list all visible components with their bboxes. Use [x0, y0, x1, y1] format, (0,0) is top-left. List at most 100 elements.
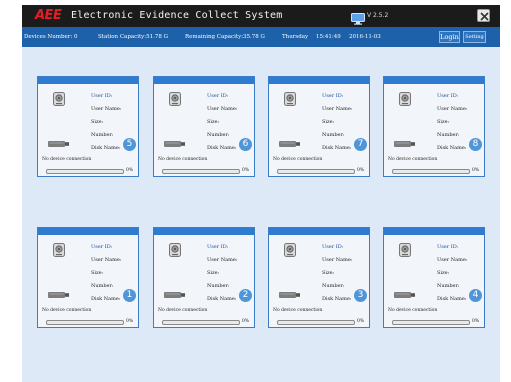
usb-drive-icon: [394, 141, 415, 147]
user-name-label: User Name:: [91, 257, 122, 263]
disk-name-label: Disk Name:: [322, 145, 352, 151]
hard-drive-icon: [169, 243, 181, 257]
user-name-label: User Name:: [91, 106, 122, 112]
progress-bar: [277, 320, 355, 325]
slot-number-badge: 8: [469, 138, 482, 151]
station-info: User ID: User Name: Size: Number: Disk N…: [91, 241, 121, 306]
slot-number-badge: 2: [239, 289, 252, 302]
card-header: [38, 77, 138, 84]
version-label: V 2.5.2: [367, 12, 389, 19]
station-capacity: Station Capacity:51.78 G: [98, 34, 169, 40]
progress-bar: [277, 169, 355, 174]
user-id-label: User ID:: [91, 244, 113, 250]
slot-number-badge: 3: [354, 289, 367, 302]
user-name-label: User Name:: [207, 106, 238, 112]
number-label: Number:: [322, 283, 345, 289]
size-label: Size:: [91, 270, 104, 276]
usb-drive-icon: [48, 141, 69, 147]
user-name-label: User Name:: [322, 257, 353, 263]
progress-bar: [162, 320, 240, 325]
card-header: [154, 228, 254, 235]
slot-number-badge: 5: [123, 138, 136, 151]
station-card-6[interactable]: User ID: User Name: Size: Number: Disk N…: [153, 76, 255, 177]
station-card-1[interactable]: User ID: User Name: Size: Number: Disk N…: [37, 227, 139, 328]
progress-bar: [392, 169, 470, 174]
progress-percent: 0%: [357, 319, 365, 324]
remaining-capacity: Remaining Capacity:35.78 G: [185, 34, 265, 40]
usb-drive-icon: [394, 292, 415, 298]
disk-name-label: Disk Name:: [437, 296, 467, 302]
slot-number-badge: 7: [354, 138, 367, 151]
setting-button[interactable]: Setting: [463, 31, 486, 43]
hard-drive-icon: [53, 92, 65, 106]
usb-drive-icon: [279, 292, 300, 298]
number-label: Number:: [207, 132, 230, 138]
card-header: [384, 228, 484, 235]
station-info: User ID: User Name: Size: Number: Disk N…: [322, 241, 352, 306]
day-label: Thursday: [282, 34, 309, 40]
slot-number-badge: 4: [469, 289, 482, 302]
app-window: AEE Electronic Evidence Collect System V…: [22, 5, 500, 382]
disk-name-label: Disk Name:: [207, 145, 237, 151]
progress-percent: 0%: [472, 168, 480, 173]
connection-status: No device connection: [388, 308, 438, 313]
station-card-4[interactable]: User ID: User Name: Size: Number: Disk N…: [383, 227, 485, 328]
connection-status: No device connection: [273, 308, 323, 313]
progress-percent: 0%: [357, 168, 365, 173]
user-id-label: User ID:: [91, 93, 113, 99]
card-header: [38, 228, 138, 235]
connection-status: No device connection: [42, 157, 92, 162]
user-id-label: User ID:: [437, 93, 459, 99]
progress-percent: 0%: [472, 319, 480, 324]
number-label: Number:: [207, 283, 230, 289]
close-icon: [480, 12, 489, 21]
user-name-label: User Name:: [437, 106, 468, 112]
progress-bar: [162, 169, 240, 174]
station-card-3[interactable]: User ID: User Name: Size: Number: Disk N…: [268, 227, 370, 328]
disk-name-label: Disk Name:: [91, 145, 121, 151]
user-id-label: User ID:: [322, 244, 344, 250]
devices-number: Devices Number: 0: [24, 34, 78, 40]
user-name-label: User Name:: [207, 257, 238, 263]
connection-status: No device connection: [388, 157, 438, 162]
hard-drive-icon: [284, 92, 296, 106]
progress-percent: 0%: [242, 168, 250, 173]
card-header: [384, 77, 484, 84]
date-label: 2016-11-03: [349, 34, 381, 40]
size-label: Size:: [322, 119, 335, 125]
size-label: Size:: [91, 119, 104, 125]
size-label: Size:: [207, 119, 220, 125]
close-button[interactable]: [477, 9, 490, 22]
station-info: User ID: User Name: Size: Number: Disk N…: [207, 90, 237, 155]
station-info: User ID: User Name: Size: Number: Disk N…: [437, 90, 467, 155]
slot-number-badge: 6: [239, 138, 252, 151]
number-label: Number:: [437, 283, 460, 289]
user-name-label: User Name:: [322, 106, 353, 112]
hard-drive-icon: [399, 243, 411, 257]
usb-drive-icon: [48, 292, 69, 298]
number-label: Number:: [91, 132, 114, 138]
login-button[interactable]: Login: [439, 31, 460, 43]
hard-drive-icon: [284, 243, 296, 257]
usb-drive-icon: [164, 141, 185, 147]
progress-bar: [46, 320, 124, 325]
station-card-5[interactable]: User ID: User Name: Size: Number: Disk N…: [37, 76, 139, 177]
slot-number-badge: 1: [123, 289, 136, 302]
progress-bar: [392, 320, 470, 325]
user-id-label: User ID:: [437, 244, 459, 250]
disk-name-label: Disk Name:: [207, 296, 237, 302]
size-label: Size:: [437, 119, 450, 125]
station-card-8[interactable]: User ID: User Name: Size: Number: Disk N…: [383, 76, 485, 177]
disk-name-label: Disk Name:: [322, 296, 352, 302]
disk-name-label: Disk Name:: [91, 296, 121, 302]
monitor-icon: [351, 10, 365, 25]
station-info: User ID: User Name: Size: Number: Disk N…: [437, 241, 467, 306]
progress-percent: 0%: [126, 319, 134, 324]
card-header: [269, 77, 369, 84]
disk-name-label: Disk Name:: [437, 145, 467, 151]
hard-drive-icon: [53, 243, 65, 257]
progress-percent: 0%: [242, 319, 250, 324]
station-card-2[interactable]: User ID: User Name: Size: Number: Disk N…: [153, 227, 255, 328]
size-label: Size:: [322, 270, 335, 276]
station-card-7[interactable]: User ID: User Name: Size: Number: Disk N…: [268, 76, 370, 177]
